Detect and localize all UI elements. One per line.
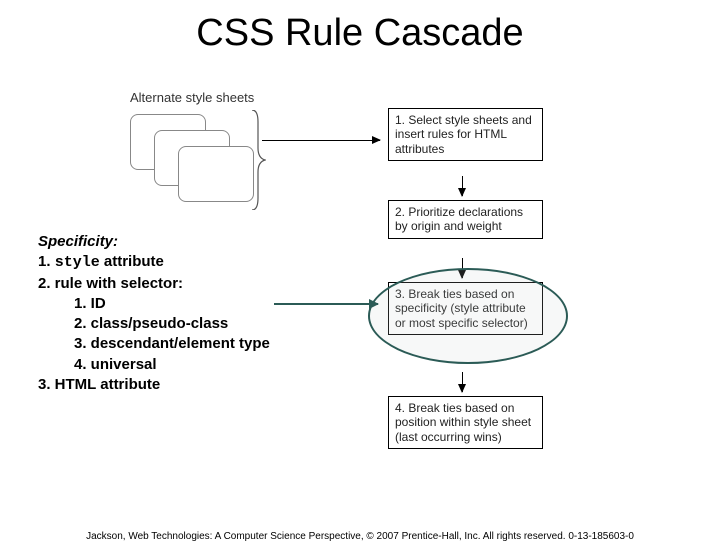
page-title: CSS Rule Cascade	[0, 12, 720, 55]
arrow-down-icon	[462, 176, 463, 196]
spec-sub-2: 2. class/pseudo-class	[38, 314, 270, 334]
spec-item-2: 2. rule with selector:	[38, 274, 270, 294]
step-1-box: 1. Select style sheets and insert rules …	[388, 108, 543, 161]
specificity-list: Specificity: 1. style attribute 2. rule …	[38, 232, 270, 395]
brace-icon	[250, 110, 266, 210]
specificity-heading: Specificity:	[38, 233, 118, 250]
arrow-down-icon	[462, 372, 463, 392]
spec-sub-3: 3. descendant/element type	[38, 334, 270, 354]
step-4-box: 4. Break ties based on position within s…	[388, 396, 543, 449]
step-2-box: 2. Prioritize declarations by origin and…	[388, 200, 543, 239]
spec-item-3: 3. HTML attribute	[38, 375, 270, 395]
arrow-down-icon	[462, 258, 463, 278]
stylesheet-icon	[178, 146, 254, 202]
footer-citation: Jackson, Web Technologies: A Computer Sc…	[0, 531, 720, 542]
arrow-right-icon	[262, 140, 380, 141]
spec-sub-1: 1. ID	[38, 294, 270, 314]
step-3-box: 3. Break ties based on specificity (styl…	[388, 282, 543, 335]
spec-item-1: 1. style attribute	[38, 252, 270, 273]
specificity-arrow-icon	[274, 303, 378, 305]
spec-sub-4: 4. universal	[38, 355, 270, 375]
alternate-sheets-label: Alternate style sheets	[130, 90, 254, 105]
